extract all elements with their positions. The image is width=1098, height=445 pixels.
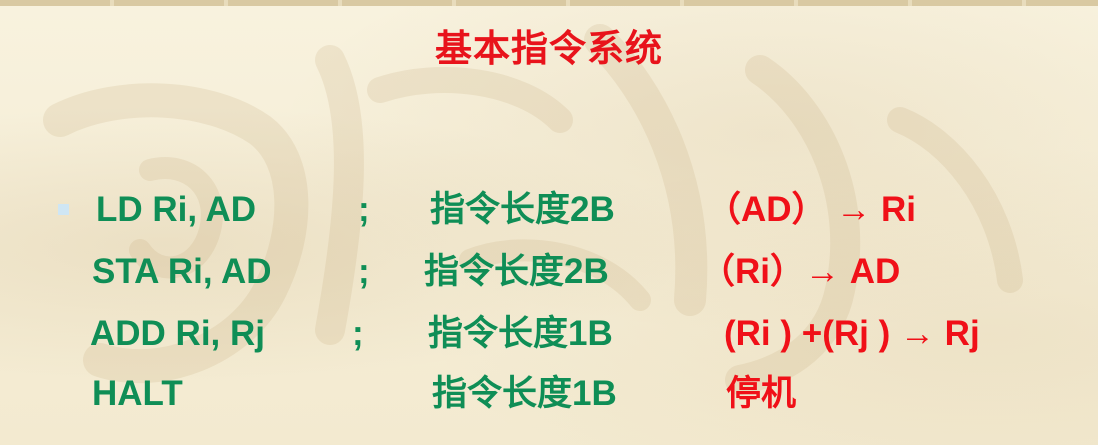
instruction-separator: ; (352, 314, 364, 353)
instruction-length: 指令长度1B (428, 314, 613, 353)
instruction-action: （AD） → Ri (706, 190, 917, 229)
instruction-length: 指令长度1B (432, 374, 617, 413)
instruction-action: (Ri ) +(Rj ) → Rj (724, 314, 980, 353)
instruction-length: 指令长度2B (424, 252, 609, 291)
instruction-separator: ; (358, 252, 370, 291)
instruction-length: 指令长度2B (430, 190, 615, 229)
slide: 基本指令系统 LD Ri, AD ; 指令长度2B （AD） → Ri STA … (0, 0, 1098, 445)
instruction-row-halt: HALT 指令长度1B 停机 (0, 372, 1098, 416)
instruction-op: LD Ri, AD (96, 190, 257, 229)
instruction-row-ld: LD Ri, AD ; 指令长度2B （AD） → Ri (0, 188, 1098, 232)
slide-title: 基本指令系统 (435, 28, 663, 69)
instruction-op: STA Ri, AD (92, 252, 272, 291)
instruction-row-sta: STA Ri, AD ; 指令长度2B （Ri）→ AD (0, 250, 1098, 294)
instruction-op: HALT (92, 374, 183, 413)
instruction-action: 停机 (726, 374, 797, 413)
instruction-separator: ; (358, 190, 370, 229)
instruction-action: （Ri）→ AD (700, 252, 901, 291)
instruction-row-add: ADD Ri, Rj ; 指令长度1B (Ri ) +(Rj ) → Rj (0, 312, 1098, 356)
instruction-op: ADD Ri, Rj (90, 314, 265, 353)
